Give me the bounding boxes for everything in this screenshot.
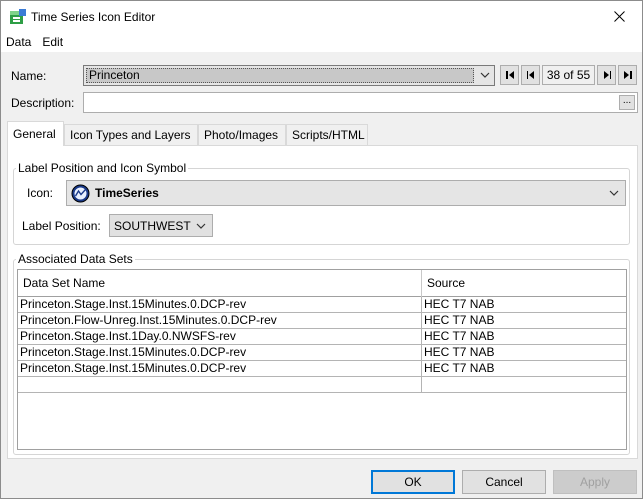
- table-header: Data Set Name Source: [18, 270, 626, 297]
- previous-record-button[interactable]: [521, 65, 540, 85]
- table-row[interactable]: Princeton.Stage.Inst.15Minutes.0.DCP-rev…: [18, 361, 626, 377]
- cell-source: HEC T7 NAB: [424, 361, 495, 375]
- record-counter: 38 of 55: [542, 65, 595, 85]
- tab-icon-types-and-layers[interactable]: Icon Types and Layers: [64, 124, 198, 145]
- last-record-icon: [623, 71, 632, 79]
- cell-data-set-name: Princeton.Stage.Inst.1Day.0.NWSFS-rev: [18, 329, 422, 345]
- cell-source: HEC T7 NAB: [424, 345, 495, 359]
- cell-data-set-name: Princeton.Stage.Inst.15Minutes.0.DCP-rev: [18, 361, 422, 377]
- name-label: Name:: [11, 69, 47, 83]
- cancel-button[interactable]: Cancel: [462, 470, 546, 494]
- close-icon: [613, 11, 625, 22]
- cell-source: [422, 377, 626, 393]
- associated-data-sets-legend: Associated Data Sets: [18, 252, 133, 266]
- table-row[interactable]: Princeton.Stage.Inst.15Minutes.0.DCP-rev…: [18, 297, 626, 313]
- description-input[interactable]: ...: [83, 92, 638, 113]
- icon-combobox[interactable]: TimeSeries: [66, 180, 626, 206]
- table-row[interactable]: Princeton.Stage.Inst.15Minutes.0.DCP-rev…: [18, 345, 626, 361]
- last-record-button[interactable]: [618, 65, 637, 85]
- window-title: Time Series Icon Editor: [31, 10, 156, 24]
- ok-button[interactable]: OK: [371, 470, 455, 494]
- icon-label: Icon:: [27, 186, 54, 200]
- label-position-legend: Label Position and Icon Symbol: [18, 161, 187, 175]
- tab-scripts-html[interactable]: Scripts/HTML: [286, 124, 368, 145]
- next-record-icon: [603, 71, 611, 79]
- time-series-icon-editor-window: Time Series Icon Editor Data Edit Name: …: [0, 0, 643, 499]
- label-position-select[interactable]: SOUTHWEST: [109, 214, 213, 237]
- tab-photo-images[interactable]: Photo/Images: [198, 124, 286, 145]
- cell-source: HEC T7 NAB: [424, 329, 495, 343]
- title-bar: Time Series Icon Editor: [1, 1, 642, 32]
- cell-data-set-name: [18, 377, 422, 393]
- chevron-down-icon: [196, 223, 206, 229]
- apply-button[interactable]: Apply: [553, 470, 637, 494]
- name-combobox[interactable]: Princeton: [83, 65, 495, 86]
- description-browse-button[interactable]: ...: [619, 95, 635, 110]
- chevron-down-icon: [480, 72, 490, 78]
- table-row[interactable]: Princeton.Flow-Unreg.Inst.15Minutes.0.DC…: [18, 313, 626, 329]
- label-position-value: SOUTHWEST: [114, 219, 191, 233]
- menu-data[interactable]: Data: [6, 35, 31, 49]
- chevron-down-icon: [609, 190, 619, 196]
- name-value: Princeton: [86, 68, 474, 83]
- app-icon: [10, 9, 26, 24]
- time-series-icon: [71, 184, 90, 203]
- cell-data-set-name: Princeton.Stage.Inst.15Minutes.0.DCP-rev: [18, 345, 422, 361]
- first-record-icon: [505, 71, 514, 79]
- table-row[interactable]: Princeton.Stage.Inst.1Day.0.NWSFS-rev HE…: [18, 329, 626, 345]
- label-position-label: Label Position:: [22, 219, 101, 233]
- table-row-empty[interactable]: [18, 377, 626, 393]
- previous-record-icon: [526, 71, 534, 79]
- menu-bar: Data Edit: [1, 32, 642, 52]
- data-sets-table[interactable]: Data Set Name Source Princeton.Stage.Ins…: [17, 269, 627, 450]
- cell-source: HEC T7 NAB: [424, 313, 495, 327]
- cell-data-set-name: Princeton.Flow-Unreg.Inst.15Minutes.0.DC…: [18, 313, 422, 329]
- menu-edit[interactable]: Edit: [42, 35, 63, 49]
- cell-source: HEC T7 NAB: [424, 297, 495, 311]
- column-header-source[interactable]: Source: [422, 270, 626, 297]
- description-label: Description:: [11, 96, 75, 110]
- icon-value: TimeSeries: [95, 186, 159, 200]
- first-record-button[interactable]: [500, 65, 519, 85]
- cell-data-set-name: Princeton.Stage.Inst.15Minutes.0.DCP-rev: [18, 297, 422, 313]
- tab-general[interactable]: General: [7, 121, 64, 146]
- next-record-button[interactable]: [597, 65, 616, 85]
- column-header-data-set-name[interactable]: Data Set Name: [18, 270, 422, 297]
- close-button[interactable]: [596, 1, 642, 32]
